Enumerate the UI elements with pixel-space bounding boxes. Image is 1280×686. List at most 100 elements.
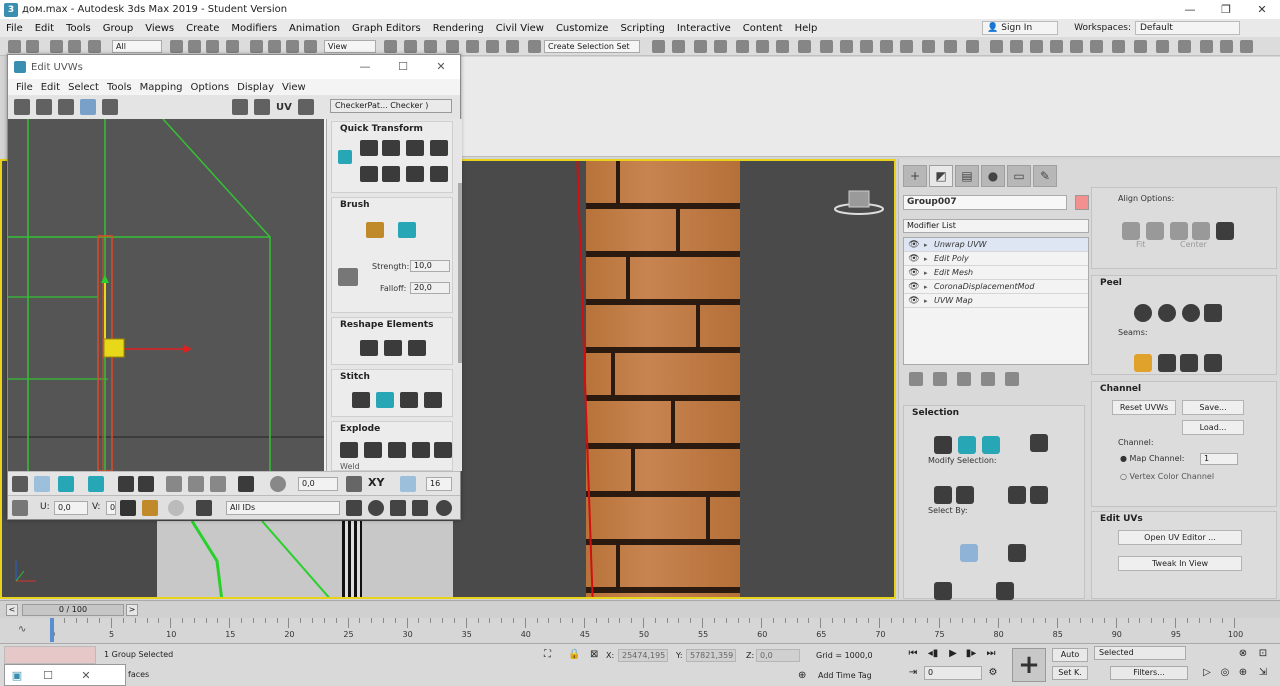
freeze-icon[interactable] (196, 500, 212, 516)
tab-hierarchy[interactable]: ▤ (955, 165, 979, 187)
menu-group[interactable]: Group (97, 23, 139, 34)
key-filters-button[interactable]: Filters... (1110, 666, 1188, 680)
zoom-icon[interactable] (368, 500, 384, 516)
ribbon-toggle-icon[interactable] (966, 40, 979, 53)
material-id-select[interactable]: All IDs (226, 501, 340, 515)
menu-tools[interactable]: Tools (60, 23, 97, 34)
straighten-icon[interactable] (360, 340, 378, 356)
minimized-window[interactable]: ▣ ☐ ✕ (4, 664, 126, 686)
relax-settings-icon[interactable] (408, 340, 426, 356)
texture-select[interactable]: CheckerPat... Checker ) (330, 99, 452, 113)
flatten-by-smoothing-icon[interactable] (388, 442, 406, 458)
rotate-cw-icon[interactable] (406, 166, 424, 182)
pan-icon[interactable] (346, 500, 362, 516)
rotate-icon[interactable] (268, 40, 281, 53)
workspace-select[interactable]: Default (1135, 21, 1240, 35)
ring-grow-icon[interactable] (238, 476, 254, 492)
curve-editor-icon[interactable] (756, 40, 769, 53)
channel-rollout-header[interactable]: Channel (1092, 382, 1276, 396)
reset-peel-icon[interactable] (1182, 304, 1200, 322)
eye-icon[interactable]: 👁 (908, 254, 920, 264)
remove-modifier-icon[interactable] (981, 372, 995, 386)
minimized-close-button[interactable]: ✕ (67, 669, 105, 682)
set-key-icon[interactable]: + (1012, 648, 1046, 682)
snap-icon[interactable] (436, 500, 452, 516)
uvw-menu-options[interactable]: Options (187, 82, 234, 93)
mirror-icon[interactable] (102, 99, 118, 115)
falloff-curve-icon[interactable] (338, 268, 358, 286)
stitch-to-source-icon[interactable] (400, 392, 418, 408)
align-icon[interactable] (672, 40, 685, 53)
spinner-snap-icon[interactable] (506, 40, 519, 53)
grow-icon[interactable] (118, 476, 134, 492)
save-uvw-button[interactable]: Save... (1182, 400, 1244, 415)
grid-icon[interactable] (922, 40, 935, 53)
reshape-elements-header[interactable]: Reshape Elements (332, 318, 452, 332)
nav-fov-icon[interactable]: ⊡ (1256, 647, 1270, 661)
eye-icon[interactable]: 👁 (908, 282, 920, 292)
play-button[interactable]: ▶ (946, 647, 960, 661)
tweak-in-view-button[interactable]: Tweak In View (1118, 556, 1242, 571)
map-channel-radio[interactable]: ● Map Channel: (1120, 454, 1185, 463)
object-color-swatch[interactable] (1075, 195, 1089, 210)
tab-modify[interactable]: ◩ (929, 165, 953, 187)
quick-peel-icon[interactable] (1134, 304, 1152, 322)
tab-utilities[interactable]: ✎ (1033, 165, 1057, 187)
menu-animation[interactable]: Animation (283, 23, 346, 34)
uvw-close-button[interactable]: ✕ (422, 55, 460, 79)
render-setup-icon[interactable] (820, 40, 833, 53)
element-mode-icon[interactable] (88, 476, 104, 492)
toggle-scene-explorer-icon[interactable] (694, 40, 707, 53)
bind-spacewarp-icon[interactable] (88, 40, 101, 53)
mirror-icon[interactable] (652, 40, 665, 53)
detach-icon[interactable] (364, 442, 382, 458)
selection-set-select[interactable]: Create Selection Set (544, 40, 640, 53)
freeform-icon[interactable] (80, 99, 96, 115)
uvw-menu-file[interactable]: File (12, 82, 37, 93)
redo-icon[interactable] (26, 40, 39, 53)
unlink-icon[interactable] (68, 40, 81, 53)
align-normal-icon[interactable] (1192, 222, 1210, 240)
sign-in-dropdown[interactable]: 👤 Sign In (982, 21, 1059, 35)
next-key-button[interactable]: ▮▸ (964, 647, 978, 661)
expand-seams-icon[interactable] (1180, 354, 1198, 372)
menu-graph-editors[interactable]: Graph Editors (346, 23, 427, 34)
pivot-snap-icon[interactable] (338, 150, 352, 164)
set-key-button[interactable]: Set K. (1052, 666, 1088, 680)
edit-uvs-rollout-header[interactable]: Edit UVs (1092, 512, 1276, 526)
edge-mode-icon[interactable] (34, 476, 50, 492)
expand-arrow-icon[interactable]: ▸ (924, 283, 934, 291)
select-by-element-uv-icon[interactable] (960, 544, 978, 562)
keyboard-shortcut-icon[interactable] (424, 40, 437, 53)
menu-rendering[interactable]: Rendering (427, 23, 490, 34)
ref-coord-select[interactable]: View (324, 40, 376, 53)
expand-arrow-icon[interactable]: ▸ (924, 255, 934, 263)
flatten-by-material-icon[interactable] (412, 442, 430, 458)
tools-icon[interactable] (1112, 40, 1125, 53)
denoise-icon[interactable] (1178, 40, 1191, 53)
select-by-name-icon[interactable] (188, 40, 201, 53)
brush-header[interactable]: Brush (332, 198, 452, 212)
eye-icon[interactable]: 👁 (908, 296, 920, 306)
stitch-average-icon[interactable] (376, 392, 394, 408)
modifier-list-dropdown[interactable]: Modifier List (903, 219, 1089, 233)
align-x-icon[interactable] (1122, 222, 1140, 240)
strength-spinner[interactable]: 10,0 (410, 260, 450, 272)
uvw-menu-tools[interactable]: Tools (103, 82, 136, 93)
uvw-menu-view[interactable]: View (278, 82, 310, 93)
polygon-mode-icon[interactable] (58, 476, 74, 492)
open-uv-editor-button[interactable]: Open UV Editor ... (1118, 530, 1242, 545)
loop-icon[interactable] (166, 476, 182, 492)
align-z-icon[interactable] (1170, 222, 1188, 240)
peel-mode-icon[interactable] (1158, 304, 1176, 322)
render-region-icon[interactable] (1030, 40, 1043, 53)
maxscript-listener[interactable] (4, 646, 96, 664)
y-coord-field[interactable]: 57821,359 (686, 649, 736, 662)
maximize-button[interactable]: ❐ (1208, 0, 1244, 19)
render-cloud-icon[interactable] (880, 40, 893, 53)
menu-content[interactable]: Content (737, 23, 789, 34)
select-object-icon[interactable] (170, 40, 183, 53)
move-icon[interactable] (250, 40, 263, 53)
sun-icon[interactable] (1010, 40, 1023, 53)
eye-icon[interactable]: 👁 (908, 268, 920, 278)
